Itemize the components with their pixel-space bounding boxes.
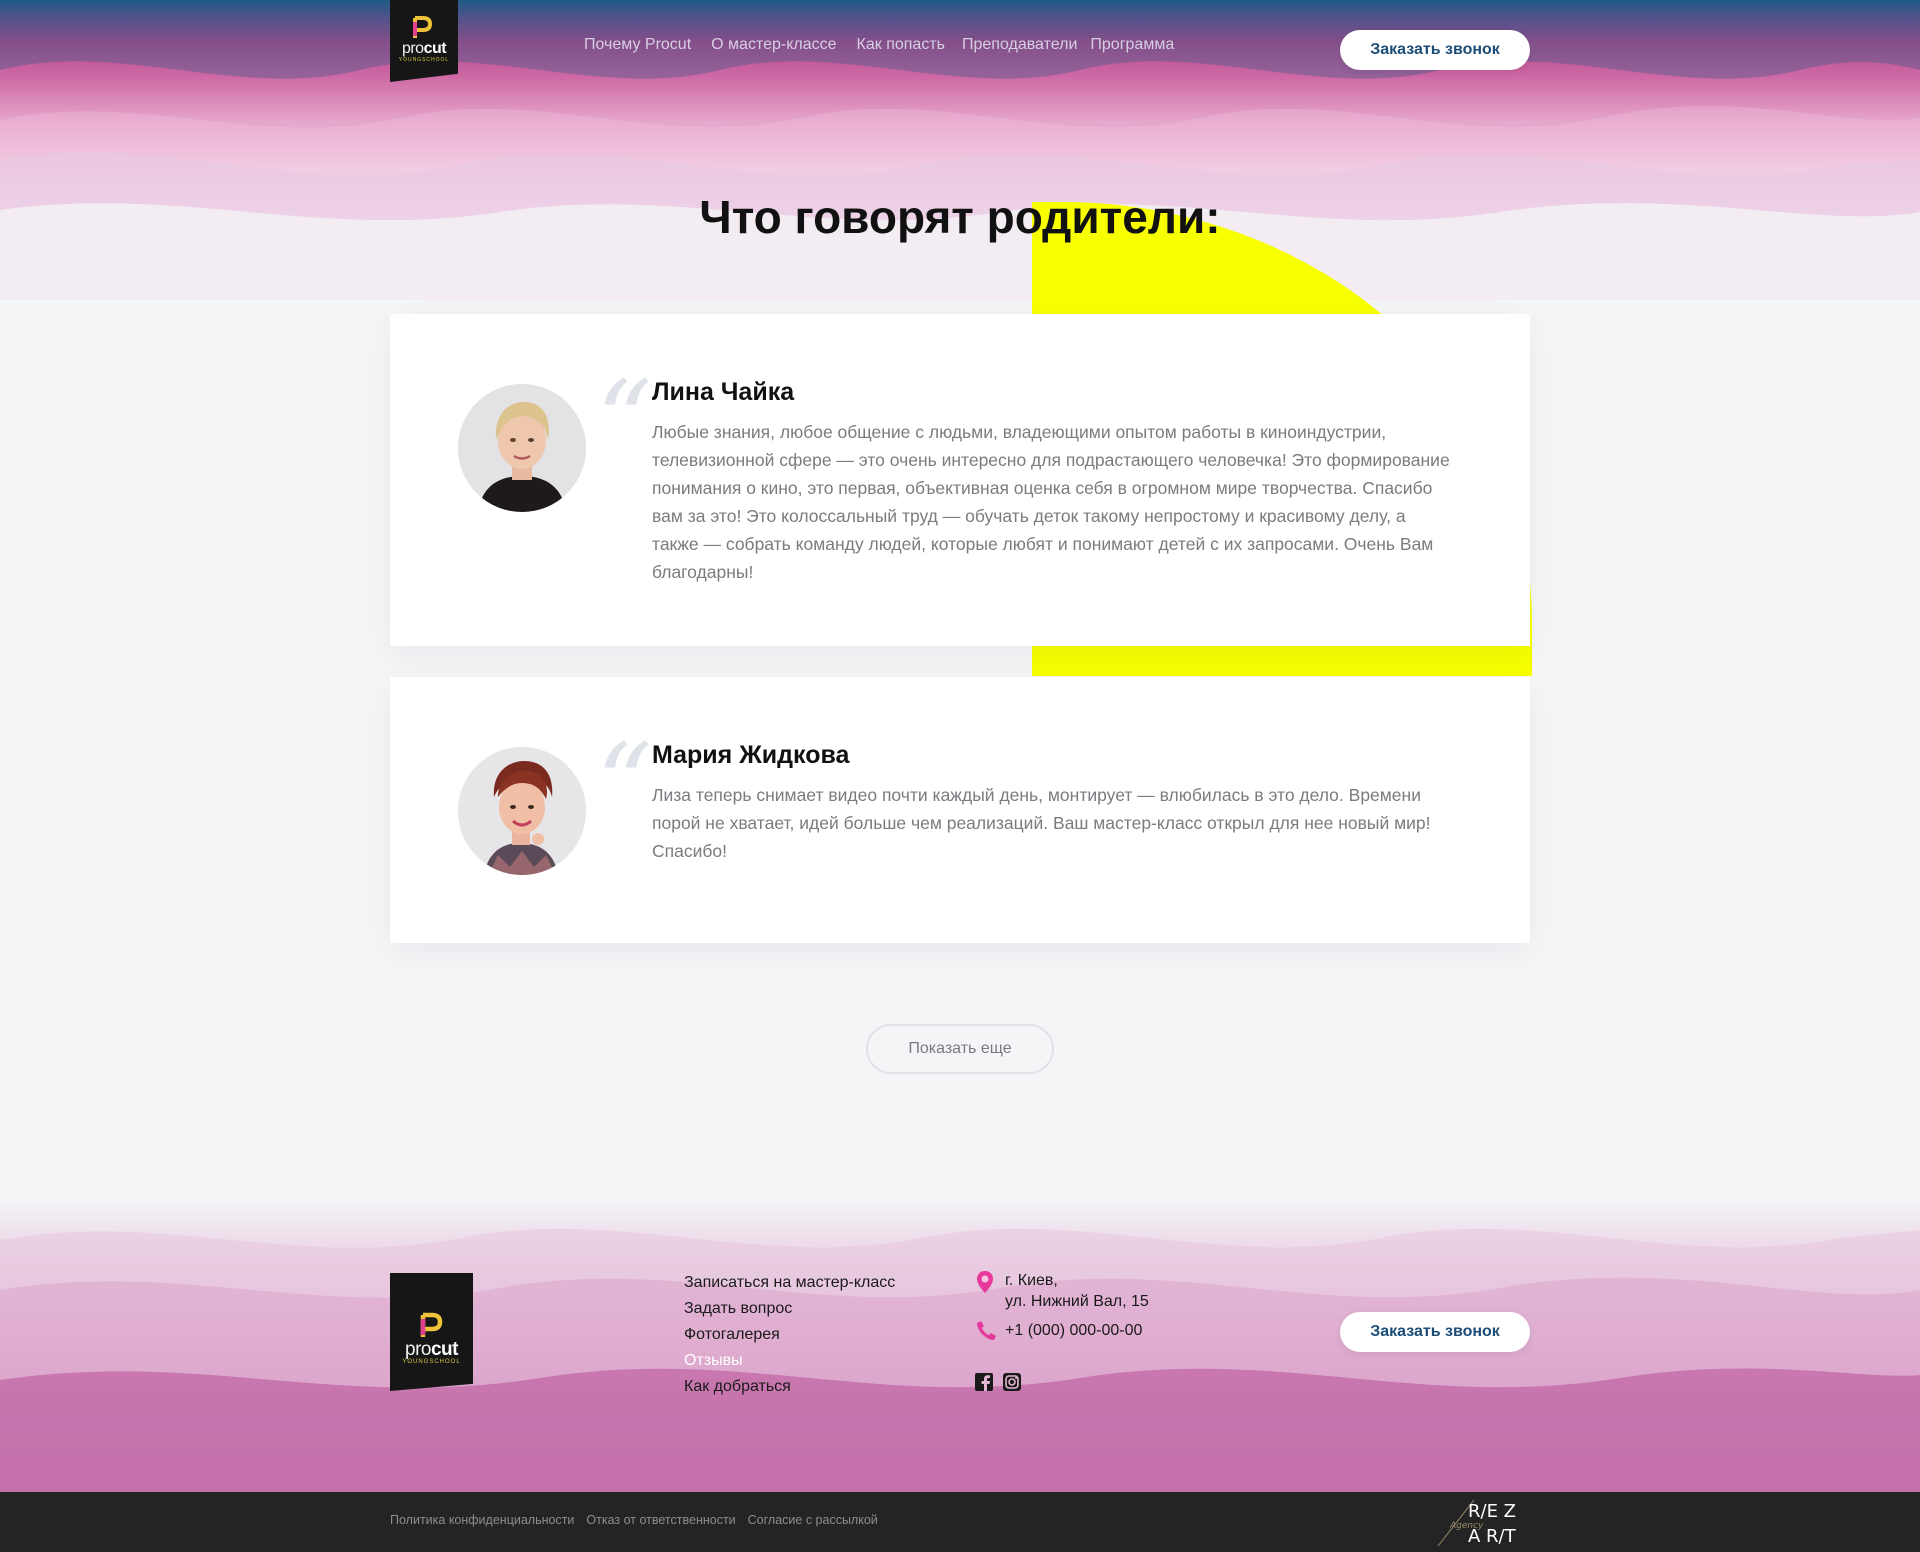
logo[interactable]: procut YOUNGSCHOOL: [390, 0, 458, 82]
footer-nav: Записаться на мастер-класс Задать вопрос…: [684, 1270, 895, 1400]
logo-tagline: YOUNGSCHOOL: [402, 1359, 461, 1365]
svg-text:A R/T: A R/T: [1468, 1526, 1517, 1547]
disclaimer-link[interactable]: Отказ от ответственности: [586, 1513, 735, 1527]
logo-wordmark: procut: [401, 40, 447, 57]
phone-icon: [975, 1320, 1005, 1344]
privacy-policy-link[interactable]: Политика конфиденциальности: [390, 1513, 574, 1527]
footer-background: [0, 1200, 1920, 1492]
footer-link-reviews[interactable]: Отзывы: [684, 1348, 895, 1374]
footer-link-ask-question[interactable]: Задать вопрос: [684, 1296, 895, 1322]
social-links: [975, 1373, 1021, 1391]
contact-info: г. Киев, ул. Нижний Вал, 15 +1 (000) 000…: [975, 1270, 1149, 1352]
review-card: “ Лина Чайка Любые знания, любое общение…: [390, 314, 1530, 646]
order-call-button[interactable]: Заказать звонок: [1340, 30, 1530, 70]
review-author: Мария Жидкова: [652, 741, 850, 769]
footer-logo[interactable]: procut YOUNGSCHOOL: [390, 1273, 473, 1391]
quote-icon: “: [596, 720, 653, 848]
logo-tagline: YOUNGSCHOOL: [398, 57, 450, 63]
nav-item-how-to-join[interactable]: Как попасть: [857, 36, 945, 54]
svg-text:R/E Z: R/E Z: [1468, 1501, 1516, 1522]
instagram-icon[interactable]: [1003, 1373, 1021, 1391]
agency-logo[interactable]: R/E Z Agency A R/T: [1434, 1496, 1534, 1548]
nav-item-program[interactable]: Программа: [1090, 36, 1174, 54]
facebook-icon[interactable]: [975, 1373, 993, 1391]
avatar: [458, 384, 586, 512]
footer-bottom-bar: [0, 1492, 1920, 1552]
review-text: Любые знания, любое общение с людьми, вл…: [652, 422, 1450, 582]
quote-icon: “: [596, 357, 653, 485]
avatar: [458, 747, 586, 875]
review-text: Лиза теперь снимает видео почти каждый д…: [652, 785, 1431, 861]
nav-item-teachers[interactable]: Преподаватели: [962, 36, 1077, 54]
footer-link-signup[interactable]: Записаться на мастер-класс: [684, 1270, 895, 1296]
phone-number[interactable]: +1 (000) 000-00-00: [1005, 1320, 1142, 1341]
legal-links: Политика конфиденциальности Отказ от отв…: [390, 1513, 890, 1527]
show-more-button[interactable]: Показать еще: [866, 1024, 1054, 1074]
footer-link-directions[interactable]: Как добраться: [684, 1374, 895, 1400]
newsletter-consent-link[interactable]: Согласие с рассылкой: [748, 1513, 878, 1527]
page-title: Что говорят родители:: [699, 191, 1221, 243]
location-pin-icon: [975, 1270, 1005, 1294]
logo-wordmark: procut: [405, 1339, 458, 1360]
review-author: Лина Чайка: [652, 378, 795, 406]
footer-link-gallery[interactable]: Фотогалерея: [684, 1322, 895, 1348]
nav-item-about[interactable]: О мастер-классе: [711, 36, 836, 54]
main-nav: Почему Procut О мастер-классе Как попаст…: [584, 36, 1194, 54]
review-card: “ Мария Жидкова Лиза теперь снимает виде…: [390, 677, 1530, 943]
address: г. Киев, ул. Нижний Вал, 15: [1005, 1272, 1149, 1310]
footer-order-call-button[interactable]: Заказать звонок: [1340, 1312, 1530, 1352]
nav-item-why-procut[interactable]: Почему Procut: [584, 36, 691, 54]
